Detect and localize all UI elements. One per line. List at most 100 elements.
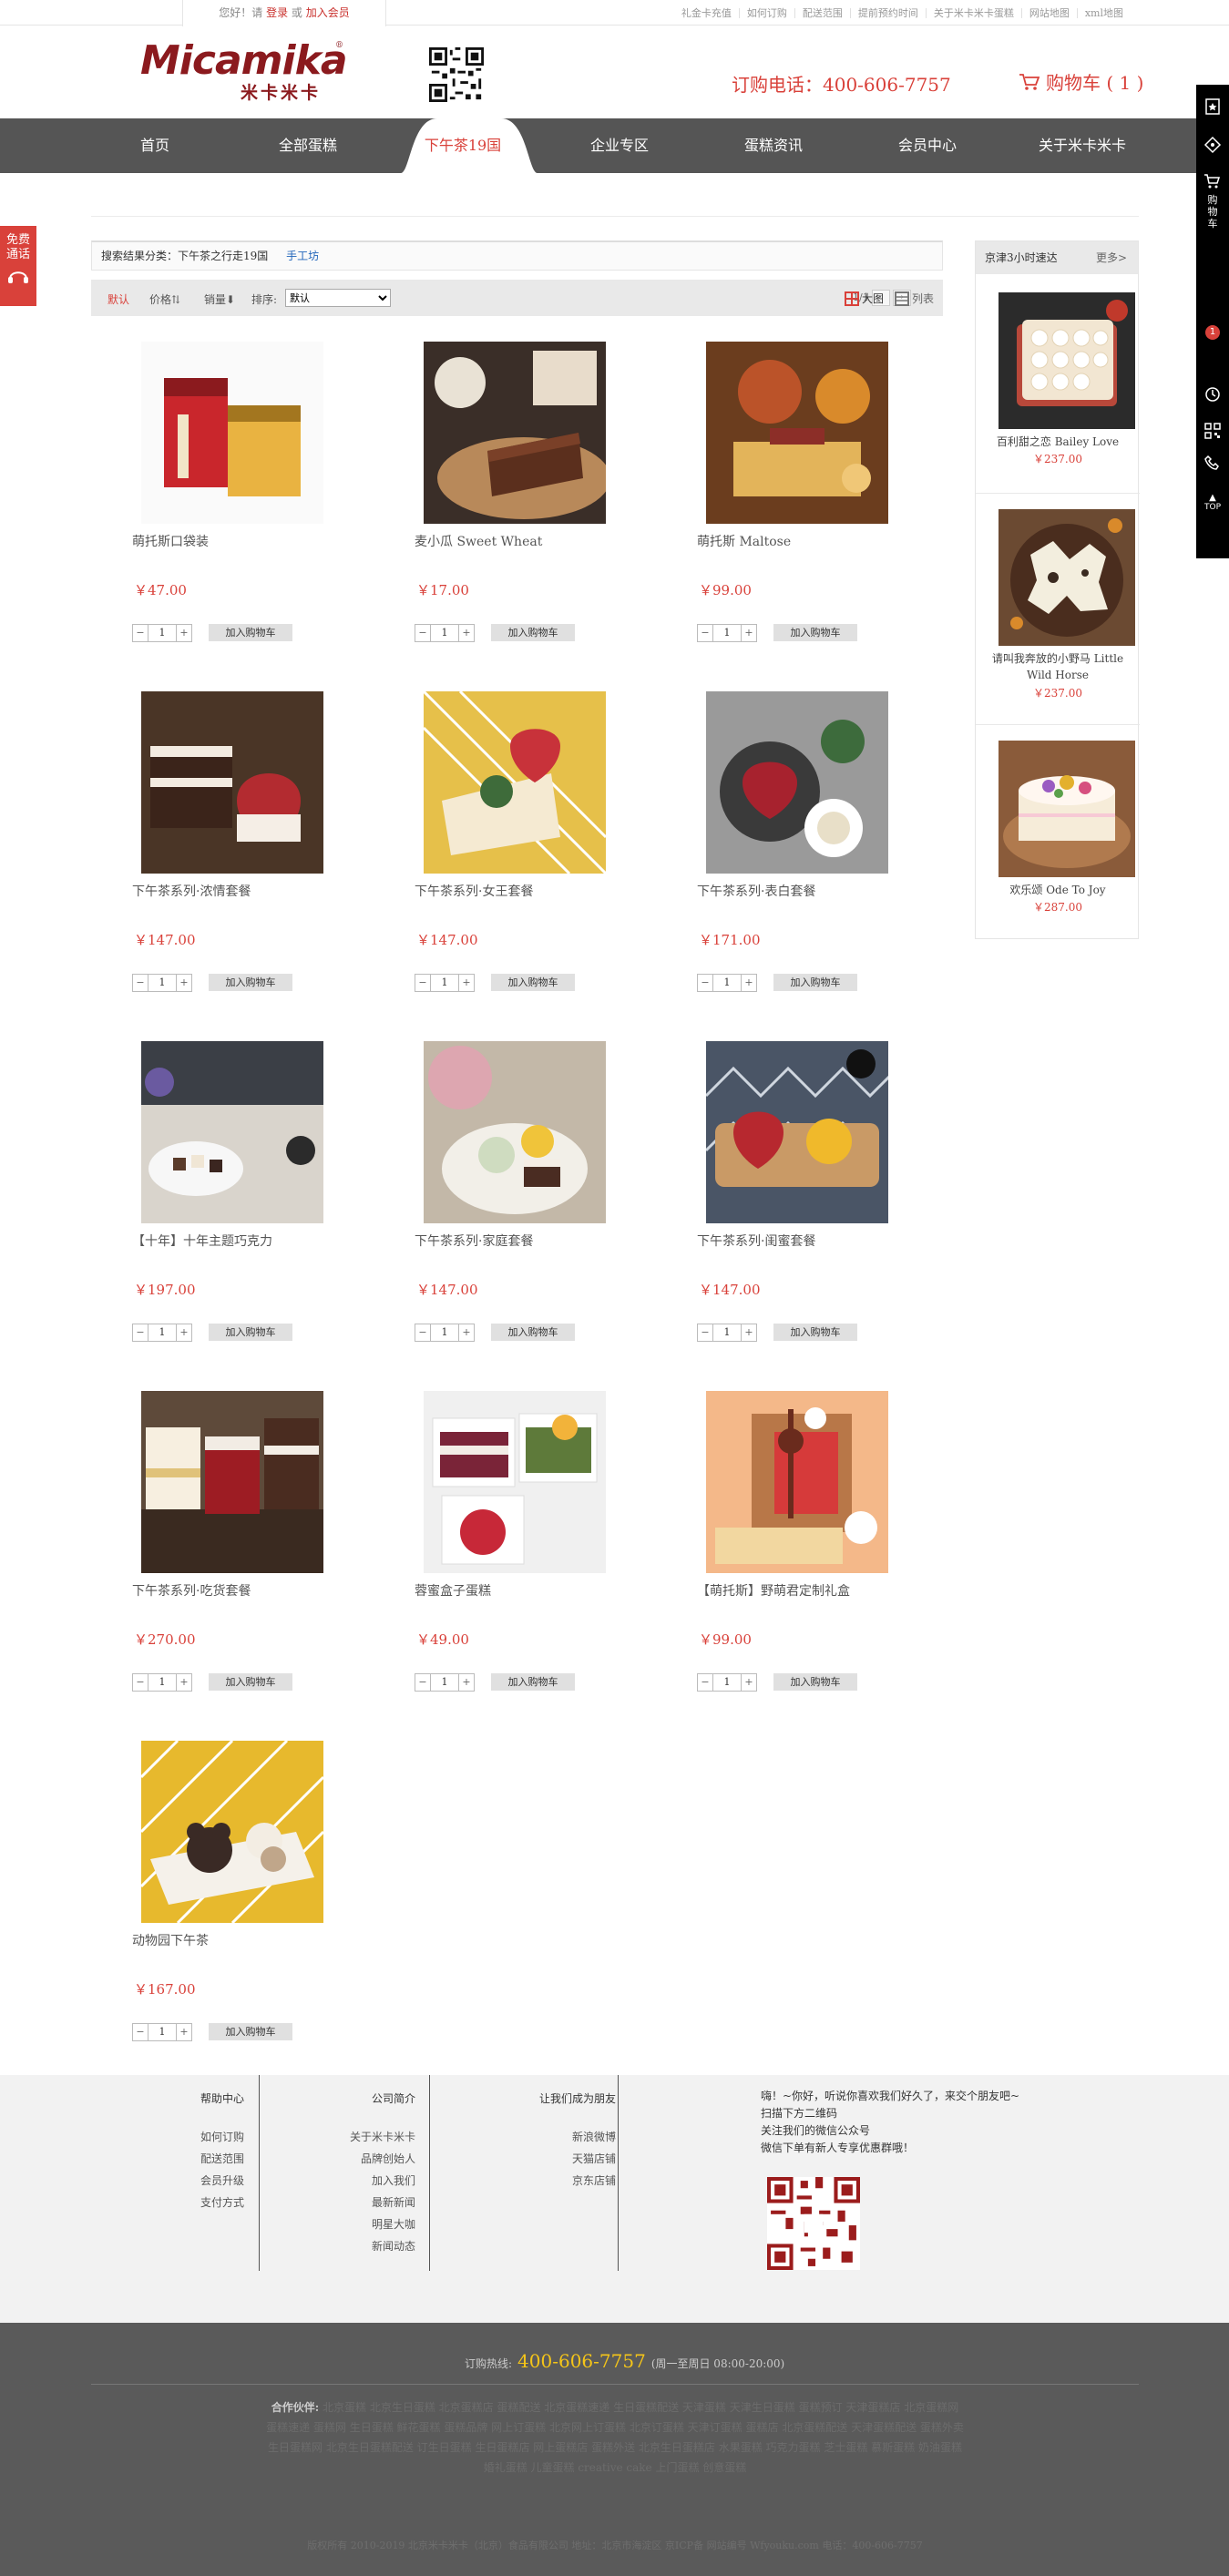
side-item-name[interactable]: 欢乐颂 Ode To Joy	[985, 882, 1131, 898]
side-panel-more-link[interactable]: 更多>	[1096, 241, 1127, 274]
product-image[interactable]	[424, 342, 606, 524]
product-name[interactable]: 麦小瓜 Sweet Wheat	[415, 532, 542, 550]
qty-decrease-button[interactable]: −	[132, 1673, 149, 1692]
footer-link[interactable]: 天猫店铺	[525, 2148, 616, 2170]
float-cart-icon[interactable]	[1203, 172, 1222, 190]
add-to-cart-button[interactable]: 加入购物车	[491, 624, 575, 641]
side-item-image[interactable]	[999, 292, 1135, 429]
qty-increase-button[interactable]: +	[176, 624, 192, 642]
footer-link[interactable]: 最新新闻	[343, 2192, 415, 2213]
breadcrumb-tag-link[interactable]: 手工坊	[286, 250, 319, 262]
add-to-cart-button[interactable]: 加入购物车	[773, 1324, 857, 1341]
product-name[interactable]: 下午茶系列·家庭套餐	[415, 1232, 533, 1250]
side-item-name[interactable]: 请叫我奔放的小野马 Little Wild Horse	[985, 650, 1131, 683]
nav-about[interactable]: 关于米卡米卡	[1028, 118, 1137, 173]
product-name[interactable]: 萌托斯口袋装	[132, 532, 209, 550]
add-to-cart-button[interactable]: 加入购物车	[491, 974, 575, 991]
qty-decrease-button[interactable]: −	[415, 974, 431, 992]
add-to-cart-button[interactable]: 加入购物车	[773, 974, 857, 991]
qty-increase-button[interactable]: +	[741, 1324, 757, 1342]
product-name[interactable]: 下午茶系列·吃货套餐	[132, 1581, 251, 1600]
qty-decrease-button[interactable]: −	[697, 624, 713, 642]
product-image[interactable]	[141, 342, 323, 524]
float-cart-label[interactable]: 购物车	[1207, 194, 1218, 230]
product-image[interactable]	[141, 1741, 323, 1923]
qty-increase-button[interactable]: +	[176, 1673, 192, 1692]
product-image[interactable]	[141, 1041, 323, 1223]
footer-link[interactable]: 支付方式	[200, 2192, 255, 2213]
product-name[interactable]: 萌托斯 Maltose	[697, 532, 791, 550]
product-image[interactable]	[424, 691, 606, 874]
nav-all-cakes[interactable]: 全部蛋糕	[253, 118, 363, 173]
qty-input[interactable]: 1	[431, 974, 458, 992]
qty-increase-button[interactable]: +	[741, 624, 757, 642]
footer-link[interactable]: 品牌创始人	[343, 2148, 415, 2170]
qty-decrease-button[interactable]: −	[132, 2023, 149, 2041]
footer-link[interactable]: 明星大咖	[343, 2213, 415, 2235]
sort-price[interactable]: 价格⇅	[149, 291, 180, 307]
qty-decrease-button[interactable]: −	[415, 1673, 431, 1692]
add-to-cart-button[interactable]: 加入购物车	[491, 1324, 575, 1341]
history-icon[interactable]	[1203, 385, 1222, 404]
product-name[interactable]: 动物园下午茶	[132, 1931, 209, 1949]
qty-increase-button[interactable]: +	[458, 974, 475, 992]
qty-input[interactable]: 1	[713, 1673, 741, 1692]
coupon-icon[interactable]	[1203, 136, 1222, 154]
nav-enterprise[interactable]: 企业专区	[565, 118, 674, 173]
footer-link[interactable]: 如何订购	[200, 2126, 255, 2148]
footer-link[interactable]: 会员升级	[200, 2170, 255, 2192]
nav-cake-news[interactable]: 蛋糕资讯	[719, 118, 828, 173]
qty-input[interactable]: 1	[713, 624, 741, 642]
product-name[interactable]: 下午茶系列·表白套餐	[697, 882, 815, 900]
partners-links[interactable]: 北京蛋糕 北京生日蛋糕 北京蛋糕店 蛋糕配送 北京蛋糕速递 生日蛋糕配送 天津蛋…	[266, 2401, 964, 2474]
product-image[interactable]	[141, 1391, 323, 1573]
qty-decrease-button[interactable]: −	[132, 624, 149, 642]
footer-link[interactable]: 配送范围	[200, 2148, 255, 2170]
qty-decrease-button[interactable]: −	[697, 1324, 713, 1342]
qty-input[interactable]: 1	[149, 974, 176, 992]
product-name[interactable]: 下午茶系列·浓情套餐	[132, 882, 251, 900]
qty-input[interactable]: 1	[149, 1324, 176, 1342]
product-name[interactable]: 【十年】十年主题巧克力	[132, 1232, 272, 1250]
phone-icon[interactable]	[1203, 455, 1222, 473]
product-image[interactable]	[706, 1041, 888, 1223]
top-link-xml-map[interactable]: xml地图	[1078, 8, 1131, 18]
qty-input[interactable]: 1	[431, 1673, 458, 1692]
top-link-sitemap[interactable]: 网站地图	[1022, 7, 1078, 18]
add-to-cart-button[interactable]: 加入购物车	[209, 1673, 292, 1691]
product-image[interactable]	[141, 691, 323, 874]
add-to-cart-button[interactable]: 加入购物车	[209, 2023, 292, 2040]
qty-decrease-button[interactable]: −	[132, 974, 149, 992]
product-image[interactable]	[424, 1041, 606, 1223]
qty-input[interactable]: 1	[149, 2023, 176, 2041]
qty-decrease-button[interactable]: −	[697, 1673, 713, 1692]
qty-input[interactable]: 1	[713, 974, 741, 992]
side-item-name[interactable]: 百利甜之恋 Bailey Love	[985, 434, 1131, 450]
view-grid-toggle[interactable]: 大图	[845, 291, 884, 306]
footer-link[interactable]: 新浪微博	[525, 2126, 616, 2148]
nav-member-center[interactable]: 会员中心	[873, 118, 982, 173]
product-name[interactable]: 【萌托斯】野萌君定制礼盒	[697, 1581, 850, 1600]
add-to-cart-button[interactable]: 加入购物车	[773, 624, 857, 641]
free-call-button[interactable]: 免费通话	[0, 226, 36, 306]
qty-increase-button[interactable]: +	[176, 2023, 192, 2041]
top-link-how-to-order[interactable]: 如何订购	[740, 7, 795, 18]
side-item-image[interactable]	[999, 509, 1135, 646]
add-to-cart-button[interactable]: 加入购物车	[209, 974, 292, 991]
footer-link[interactable]: 新闻动态	[343, 2235, 415, 2257]
qty-decrease-button[interactable]: −	[415, 624, 431, 642]
membership-icon[interactable]	[1203, 97, 1222, 116]
nav-home[interactable]: 首页	[100, 118, 210, 173]
qty-input[interactable]: 1	[431, 624, 458, 642]
qty-increase-button[interactable]: +	[741, 974, 757, 992]
qty-input[interactable]: 1	[713, 1324, 741, 1342]
product-image[interactable]	[424, 1391, 606, 1573]
login-link[interactable]: 登录	[266, 6, 288, 19]
qty-increase-button[interactable]: +	[458, 1324, 475, 1342]
top-link-gift-card[interactable]: 礼金卡充值	[674, 7, 740, 18]
side-item-image[interactable]	[999, 741, 1135, 877]
header-cart[interactable]: 购物车 ( 1 )	[1019, 68, 1143, 95]
sort-select[interactable]: 默认	[285, 289, 391, 307]
product-name[interactable]: 下午茶系列·女王套餐	[415, 882, 533, 900]
sort-sales[interactable]: 销量⬇	[204, 291, 235, 307]
